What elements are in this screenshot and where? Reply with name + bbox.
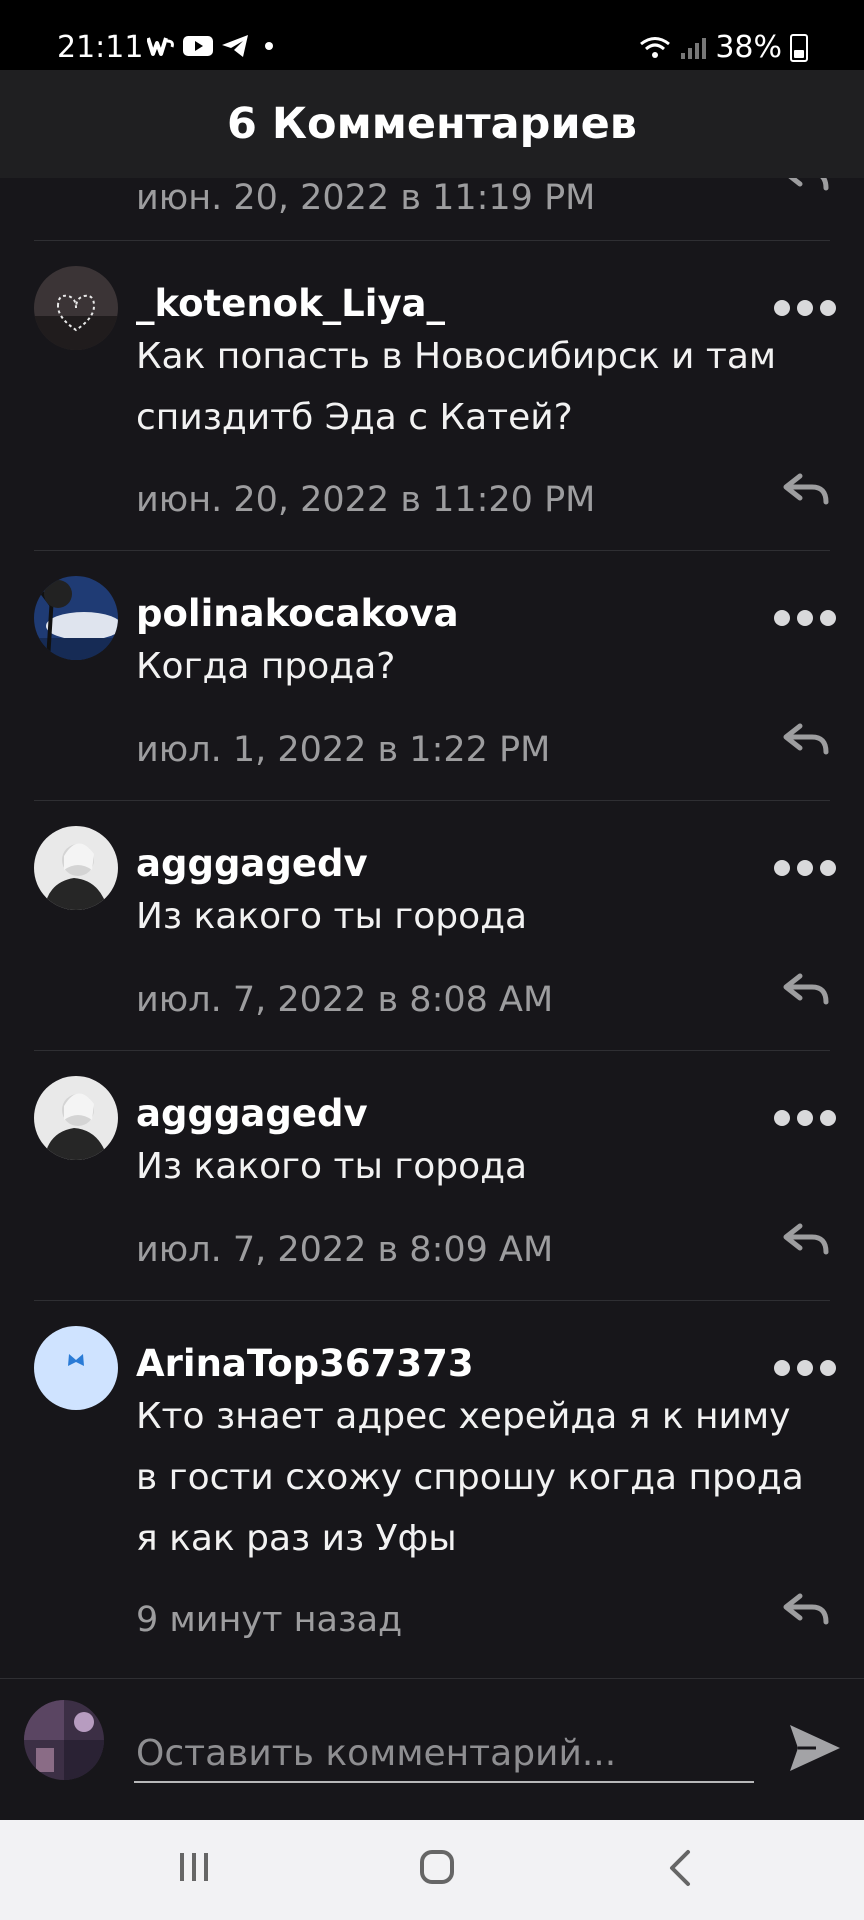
system-nav-bar <box>0 1820 864 1920</box>
comment-text: Как попасть в Новосибирск и там спиздитб… <box>136 336 777 438</box>
comment-date: июл. 7, 2022 в 8:08 AM <box>136 980 554 1020</box>
comment-date: июн. 20, 2022 в 11:19 PM <box>136 178 596 218</box>
avatar[interactable] <box>34 1326 118 1410</box>
notification-dot-icon <box>265 42 273 50</box>
reply-icon[interactable] <box>782 1222 830 1256</box>
avatar[interactable] <box>34 576 118 660</box>
avatar[interactable] <box>34 266 118 350</box>
youtube-icon <box>183 36 213 56</box>
status-bar: 21:11 38% <box>0 0 864 70</box>
current-user-avatar <box>24 1700 104 1780</box>
comment-date: 9 минут назад <box>136 1600 403 1640</box>
comment-date: июл. 1, 2022 в 1:22 PM <box>136 730 551 770</box>
comment-username[interactable]: agggagedv <box>136 1092 368 1135</box>
reply-icon[interactable] <box>782 972 830 1006</box>
comment-text: Кто знает адрес херейда я к ниму в гости… <box>136 1396 804 1559</box>
comment-username[interactable]: ArinaTop367373 <box>136 1342 474 1385</box>
reply-icon[interactable] <box>782 178 830 192</box>
more-options-icon[interactable] <box>774 1110 836 1126</box>
comment-item: agggagedv Из какого ты города июл. 7, 20… <box>0 1050 864 1300</box>
comment-item: _kotenok_Liya_ Как попасть в Новосибирск… <box>0 240 864 550</box>
battery-icon <box>790 33 808 62</box>
wifi-icon <box>640 36 671 58</box>
comment-text: Из какого ты города <box>136 1146 528 1187</box>
comment-text: Из какого ты города <box>136 896 528 937</box>
w-app-icon <box>147 37 174 56</box>
reply-icon[interactable] <box>782 472 830 506</box>
comment-input[interactable] <box>134 1725 754 1783</box>
comment-username[interactable]: polinakocakova <box>136 592 459 635</box>
comment-username[interactable]: _kotenok_Liya_ <box>136 282 445 325</box>
comment-composer <box>0 1678 864 1821</box>
comment-text: Когда прода? <box>136 646 396 687</box>
comment-username[interactable]: agggagedv <box>136 842 368 885</box>
more-options-icon[interactable] <box>774 300 836 316</box>
status-app-icons <box>147 34 273 58</box>
comment-item: agggagedv Из какого ты города июл. 7, 20… <box>0 800 864 1050</box>
send-icon[interactable] <box>786 1719 844 1777</box>
comment-list[interactable]: июн. 20, 2022 в 11:19 PM _kotenok_Liya_ … <box>0 178 864 1678</box>
home-icon[interactable] <box>420 1850 454 1884</box>
comment-date: июн. 20, 2022 в 11:20 PM <box>136 480 596 520</box>
more-options-icon[interactable] <box>774 1360 836 1376</box>
more-options-icon[interactable] <box>774 860 836 876</box>
reply-icon[interactable] <box>782 722 830 756</box>
recents-icon[interactable] <box>177 1850 211 1884</box>
comment-item: polinakocakova Когда прода? июл. 1, 2022… <box>0 550 864 800</box>
comment-date: июл. 7, 2022 в 8:09 AM <box>136 1230 554 1270</box>
telegram-icon <box>222 35 248 57</box>
back-icon[interactable] <box>664 1848 696 1888</box>
signal-icon <box>681 37 707 59</box>
status-time: 21:11 <box>57 30 144 65</box>
battery-percent: 38% <box>715 30 782 65</box>
reply-icon[interactable] <box>782 1592 830 1626</box>
avatar[interactable] <box>34 1076 118 1160</box>
avatar[interactable] <box>34 826 118 910</box>
comment-item: ArinaTop367373 Кто знает адрес херейда я… <box>0 1300 864 1675</box>
page-title: 6 Комментариев <box>0 70 864 178</box>
more-options-icon[interactable] <box>774 610 836 626</box>
status-right: 38% <box>639 30 808 65</box>
